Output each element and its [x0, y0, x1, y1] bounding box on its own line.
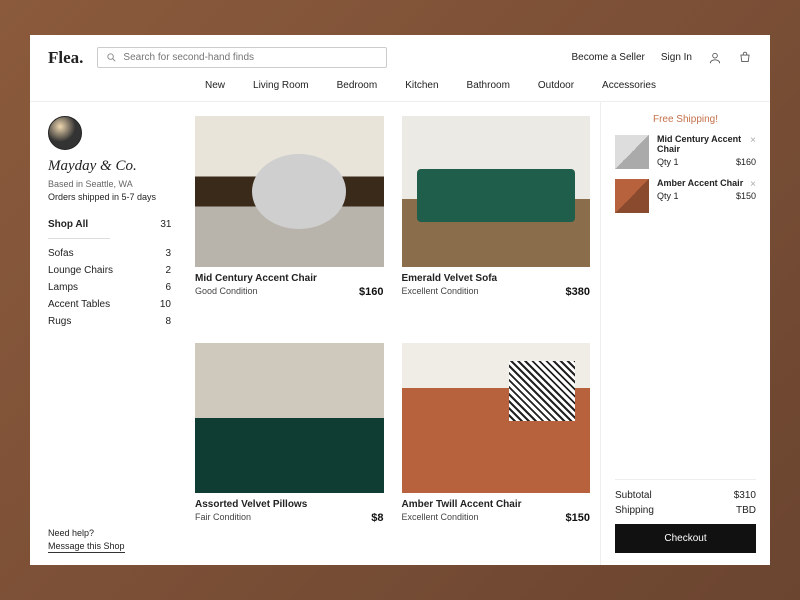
shop-sidebar: Mayday & Co. Based in Seattle, WA Orders…	[30, 102, 185, 565]
product-title: Assorted Velvet Pillows	[195, 499, 384, 510]
cart-item-price: $160	[736, 157, 756, 167]
sign-in-link[interactable]: Sign In	[661, 52, 692, 63]
cart-item-price: $150	[736, 191, 756, 201]
remove-item-icon[interactable]: ×	[750, 179, 756, 190]
main-content: Mayday & Co. Based in Seattle, WA Orders…	[30, 102, 770, 565]
shop-all-count: 31	[160, 219, 171, 230]
nav-outdoor[interactable]: Outdoor	[538, 80, 574, 91]
product-condition: Good Condition	[195, 286, 258, 298]
product-card[interactable]: Assorted Velvet Pillows Fair Condition $8	[195, 343, 384, 552]
product-card[interactable]: Mid Century Accent Chair Good Condition $…	[195, 116, 384, 325]
subtotal-value: $310	[734, 490, 756, 501]
product-card[interactable]: Amber Twill Accent Chair Excellent Condi…	[402, 343, 591, 552]
product-condition: Fair Condition	[195, 512, 251, 524]
free-shipping-banner: Free Shipping!	[615, 114, 756, 125]
cart-item-name: Amber Accent Chair	[657, 179, 756, 189]
become-seller-link[interactable]: Become a Seller	[571, 52, 644, 63]
cat-count: 8	[165, 316, 171, 327]
search-box[interactable]	[97, 47, 387, 68]
top-links: Become a Seller Sign In	[571, 51, 752, 65]
checkout-button[interactable]: Checkout	[615, 524, 756, 553]
product-title: Emerald Velvet Sofa	[402, 273, 591, 284]
shop-shipping-info: Orders shipped in 5-7 days	[48, 192, 171, 202]
nav-bathroom[interactable]: Bathroom	[467, 80, 510, 91]
product-thumb	[402, 116, 591, 267]
user-icon[interactable]	[708, 51, 722, 65]
product-price: $8	[371, 512, 383, 524]
product-thumb	[195, 116, 384, 267]
search-input[interactable]	[123, 52, 378, 63]
subtotal-label: Subtotal	[615, 490, 652, 501]
cart-item-qty: Qty 1	[657, 157, 679, 167]
cat-label: Lamps	[48, 282, 78, 293]
app-window: Flea. Become a Seller Sign In New Living…	[30, 35, 770, 565]
cat-label: Sofas	[48, 248, 74, 259]
cart-panel: Free Shipping! Mid Century Accent Chair …	[600, 102, 770, 565]
shop-location: Based in Seattle, WA	[48, 179, 171, 189]
nav-new[interactable]: New	[205, 80, 225, 91]
product-condition: Excellent Condition	[402, 512, 479, 524]
sidebar-cat-lamps[interactable]: Lamps 6	[48, 279, 171, 296]
nav-accessories[interactable]: Accessories	[602, 80, 656, 91]
shop-all-label: Shop All	[48, 219, 88, 230]
cat-count: 6	[165, 282, 171, 293]
shipping-label: Shipping	[615, 505, 654, 516]
shipping-value: TBD	[736, 505, 756, 516]
nav-bedroom[interactable]: Bedroom	[337, 80, 378, 91]
cart-item-qty: Qty 1	[657, 191, 679, 201]
cart-item-thumb	[615, 135, 649, 169]
sidebar-footer: Need help? Message this Shop	[48, 528, 171, 553]
message-shop-link[interactable]: Message this Shop	[48, 541, 125, 553]
sidebar-cat-sofas[interactable]: Sofas 3	[48, 245, 171, 262]
cat-label: Rugs	[48, 316, 71, 327]
nav-living-room[interactable]: Living Room	[253, 80, 309, 91]
cart-icon[interactable]	[738, 51, 752, 65]
cart-summary: Subtotal $310 Shipping TBD Checkout	[615, 479, 756, 553]
need-help-label: Need help?	[48, 528, 171, 538]
product-price: $160	[359, 286, 383, 298]
search-icon	[106, 52, 117, 63]
cat-count: 3	[165, 248, 171, 259]
product-title: Mid Century Accent Chair	[195, 273, 384, 284]
brand-logo[interactable]: Flea.	[48, 48, 83, 68]
sidebar-shop-all[interactable]: Shop All 31	[48, 216, 110, 239]
product-condition: Excellent Condition	[402, 286, 479, 298]
category-nav: New Living Room Bedroom Kitchen Bathroom…	[30, 74, 770, 102]
product-thumb	[195, 343, 384, 494]
remove-item-icon[interactable]: ×	[750, 135, 756, 146]
cat-count: 10	[160, 299, 171, 310]
cart-item: Amber Accent Chair Qty 1 $150 ×	[615, 179, 756, 213]
nav-kitchen[interactable]: Kitchen	[405, 80, 438, 91]
sidebar-cat-accent-tables[interactable]: Accent Tables 10	[48, 296, 171, 313]
cart-item-thumb	[615, 179, 649, 213]
cat-count: 2	[165, 265, 171, 276]
shop-avatar[interactable]	[48, 116, 82, 150]
cat-label: Accent Tables	[48, 299, 110, 310]
cat-label: Lounge Chairs	[48, 265, 113, 276]
product-thumb	[402, 343, 591, 494]
sidebar-cat-lounge-chairs[interactable]: Lounge Chairs 2	[48, 262, 171, 279]
shop-name: Mayday & Co.	[48, 158, 171, 175]
topbar: Flea. Become a Seller Sign In	[30, 35, 770, 74]
cart-item-name: Mid Century Accent Chair	[657, 135, 756, 155]
product-grid: Mid Century Accent Chair Good Condition $…	[185, 102, 600, 565]
product-price: $380	[566, 286, 590, 298]
product-title: Amber Twill Accent Chair	[402, 499, 591, 510]
cart-item: Mid Century Accent Chair Qty 1 $160 ×	[615, 135, 756, 169]
sidebar-cat-rugs[interactable]: Rugs 8	[48, 313, 171, 330]
product-price: $150	[566, 512, 590, 524]
product-card[interactable]: Emerald Velvet Sofa Excellent Condition $…	[402, 116, 591, 325]
